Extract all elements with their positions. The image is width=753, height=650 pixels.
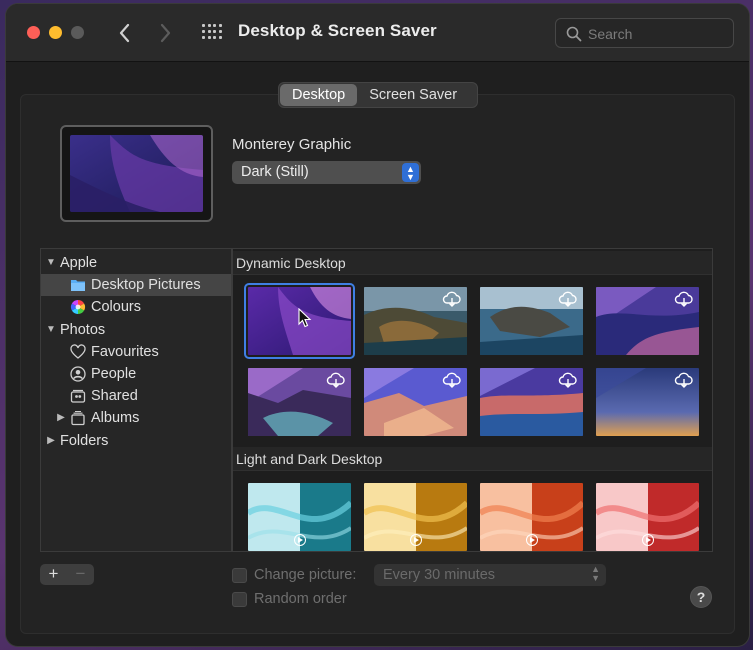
wallpaper-thumbnail-catalina-day[interactable] [364, 287, 467, 355]
wallpaper-thumbnail-the-lake[interactable] [364, 368, 467, 436]
disclosure-open-icon[interactable]: ▼ [45, 319, 57, 341]
appearance-value: Dark (Still) [241, 164, 309, 180]
up-down-chevron-icon: ▲ ▼ [402, 163, 419, 182]
interval-value: Every 30 minutes [383, 567, 496, 583]
mouse-pointer-icon [298, 308, 312, 328]
light-dark-play-icon [526, 534, 538, 546]
cloud-download-icon [442, 291, 461, 307]
folder-icon [71, 280, 85, 291]
light-dark-play-icon [642, 534, 654, 546]
wallpaper-preview-image [70, 135, 203, 212]
search-icon [566, 26, 582, 42]
sidebar-group-apple[interactable]: ▼ Apple [41, 252, 231, 274]
shared-album-icon [70, 389, 86, 403]
cloud-download-icon [326, 372, 345, 388]
search-input[interactable] [588, 23, 728, 45]
add-folder-button[interactable]: + [40, 564, 67, 585]
wallpaper-thumbnail-imac-yellow[interactable] [364, 483, 467, 551]
preferences-window: Desktop & Screen Saver Desktop Screen Sa… [6, 4, 749, 646]
change-picture-label: Change picture: [254, 567, 357, 583]
wallpaper-thumbnail-catalina-coast[interactable] [480, 287, 583, 355]
sidebar-item-people[interactable]: People [41, 363, 231, 385]
section-header-light-and-dark-desktop: Light and Dark Desktop [233, 447, 712, 471]
tab-desktop[interactable]: Desktop [280, 84, 358, 106]
sidebar-item-colours[interactable]: Colours [41, 296, 231, 318]
wallpaper-thumbnail-imac-blue[interactable] [248, 483, 351, 551]
wallpaper-thumbnail-the-beach[interactable] [480, 368, 583, 436]
current-wallpaper-preview [60, 125, 213, 222]
sidebar-item-shared[interactable]: Shared [41, 385, 231, 407]
wallpaper-thumbnail-big-sur-road[interactable] [596, 287, 699, 355]
random-order-label: Random order [254, 591, 347, 607]
sidebar-item-desktop-pictures[interactable]: Desktop Pictures [41, 274, 231, 296]
disclosure-closed-icon[interactable]: ▶ [55, 407, 67, 429]
light-dark-play-icon [294, 534, 306, 546]
cloud-download-icon [558, 291, 577, 307]
wallpaper-gallery[interactable]: Dynamic Desktop Light and Dark Desktop [232, 248, 713, 552]
disclosure-open-icon[interactable]: ▼ [45, 252, 57, 274]
cloud-download-icon [558, 372, 577, 388]
sidebar-item-favourites[interactable]: Favourites [41, 341, 231, 363]
window-title: Desktop & Screen Saver [238, 21, 437, 40]
minimize-window-button[interactable] [49, 26, 62, 39]
wallpaper-name: Monterey Graphic [232, 136, 352, 153]
sidebar-item-albums[interactable]: ▶ Albums [41, 407, 231, 429]
change-interval-popup[interactable]: Every 30 minutes ▲ ▼ [374, 564, 606, 586]
cloud-download-icon [674, 372, 693, 388]
folder-add-remove-control: + − [40, 564, 94, 585]
cloud-download-icon [674, 291, 693, 307]
help-button[interactable]: ? [690, 586, 712, 608]
disclosure-closed-icon[interactable]: ▶ [45, 430, 57, 452]
search-field[interactable] [555, 18, 734, 48]
show-all-grid-icon[interactable] [202, 24, 222, 42]
wallpaper-thumbnail-solar-gradients[interactable] [596, 368, 699, 436]
tab-screen-saver[interactable]: Screen Saver [357, 84, 469, 106]
forward-button[interactable] [152, 18, 178, 48]
title-bar: Desktop & Screen Saver [6, 4, 749, 62]
wallpaper-thumbnail-imac-red[interactable] [596, 483, 699, 551]
wallpaper-thumbnail-the-cliffs[interactable] [248, 368, 351, 436]
wallpaper-thumbnail-imac-orange[interactable] [480, 483, 583, 551]
tab-control: Desktop Screen Saver [278, 82, 478, 108]
back-button[interactable] [112, 18, 138, 48]
heart-icon [70, 344, 86, 359]
sidebar-group-folders[interactable]: ▶ Folders [41, 430, 231, 452]
album-stack-icon [71, 410, 85, 426]
chevron-left-icon [119, 23, 130, 43]
light-dark-play-icon [410, 534, 422, 546]
close-window-button[interactable] [27, 26, 40, 39]
sidebar-group-photos[interactable]: ▼ Photos [41, 319, 231, 341]
appearance-popup[interactable]: Dark (Still) ▲ ▼ [232, 161, 421, 184]
remove-folder-button[interactable]: − [67, 564, 94, 585]
cloud-download-icon [442, 372, 461, 388]
zoom-window-button[interactable] [71, 26, 84, 39]
change-picture-checkbox[interactable] [232, 568, 247, 583]
section-header-dynamic-desktop: Dynamic Desktop [233, 251, 712, 275]
up-down-chevron-icon: ▲ ▼ [591, 564, 600, 583]
person-icon [70, 366, 86, 382]
source-sidebar: ▼ Apple Desktop Pictures Colours ▼ Photo… [40, 248, 232, 552]
chevron-right-icon [160, 23, 171, 43]
random-order-checkbox[interactable] [232, 592, 247, 607]
color-wheel-icon [70, 299, 86, 315]
